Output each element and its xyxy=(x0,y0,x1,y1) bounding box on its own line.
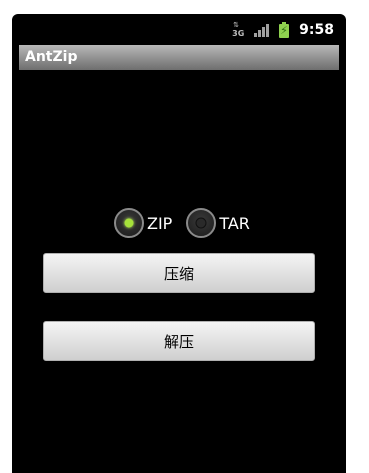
device-screen xyxy=(12,14,346,473)
compress-button[interactable]: 压缩 xyxy=(43,253,315,293)
radio-selected-indicator xyxy=(124,218,134,228)
status-clock: 9:58 xyxy=(299,22,334,38)
radio-tar[interactable]: TAR xyxy=(186,208,250,238)
status-bar: ⇅ 3G ⚡ 9:58 xyxy=(12,18,346,44)
app-title: AntZip xyxy=(25,49,78,65)
radio-label-tar: TAR xyxy=(219,213,250,233)
radio-label-zip: ZIP xyxy=(147,213,173,233)
signal-icon xyxy=(254,23,270,37)
status-icons: ⇅ 3G ⚡ 9:58 xyxy=(232,22,334,38)
radio-button-zip[interactable] xyxy=(114,208,144,238)
radio-zip[interactable]: ZIP xyxy=(114,208,172,238)
battery-charging-icon: ⚡ xyxy=(279,22,290,38)
radio-unselected-indicator xyxy=(195,217,207,229)
radio-button-tar[interactable] xyxy=(186,208,217,238)
format-radio-group: ZIP TAR xyxy=(114,208,264,238)
network-3g-icon: ⇅ 3G xyxy=(232,21,245,38)
app-title-bar: AntZip xyxy=(19,45,339,70)
network-label: 3G xyxy=(232,29,245,38)
extract-button[interactable]: 解压 xyxy=(43,321,315,361)
